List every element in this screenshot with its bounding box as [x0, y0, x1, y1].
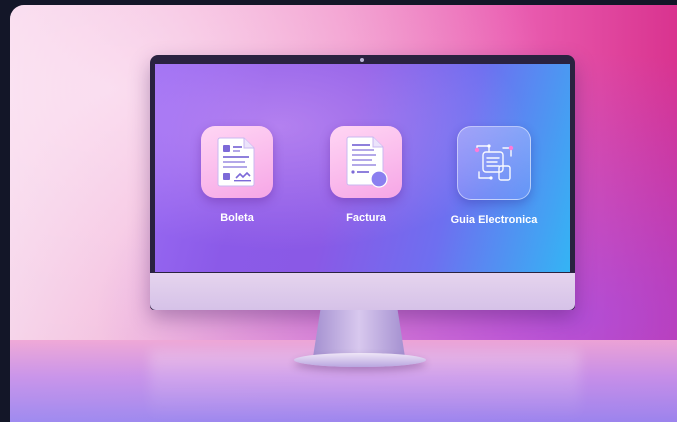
receipt-document-icon [217, 137, 255, 187]
app-guia-electronica[interactable]: Guia Electronica [439, 126, 549, 226]
invoice-document-icon [346, 136, 388, 188]
camera-icon [360, 58, 364, 62]
app-factura[interactable]: Factura [311, 126, 421, 224]
app-label: Guia Electronica [450, 214, 538, 226]
app-tile-factura[interactable] [330, 126, 402, 198]
monitor-stand-base [294, 353, 426, 367]
monitor-chin [150, 273, 575, 310]
electronic-guide-icon [474, 144, 514, 181]
monitor: Boleta Factura Guia Electronica [150, 55, 575, 310]
app-label: Boleta [220, 212, 254, 224]
app-tile-boleta[interactable] [201, 126, 273, 198]
app-label: Factura [346, 212, 386, 224]
hero-image: Boleta Factura Guia Electronica [10, 5, 677, 422]
monitor-screen: Boleta Factura Guia Electronica [155, 64, 570, 272]
app-boleta[interactable]: Boleta [182, 126, 292, 224]
monitor-stand [313, 310, 405, 357]
app-tile-guia-electronica[interactable] [457, 126, 531, 200]
